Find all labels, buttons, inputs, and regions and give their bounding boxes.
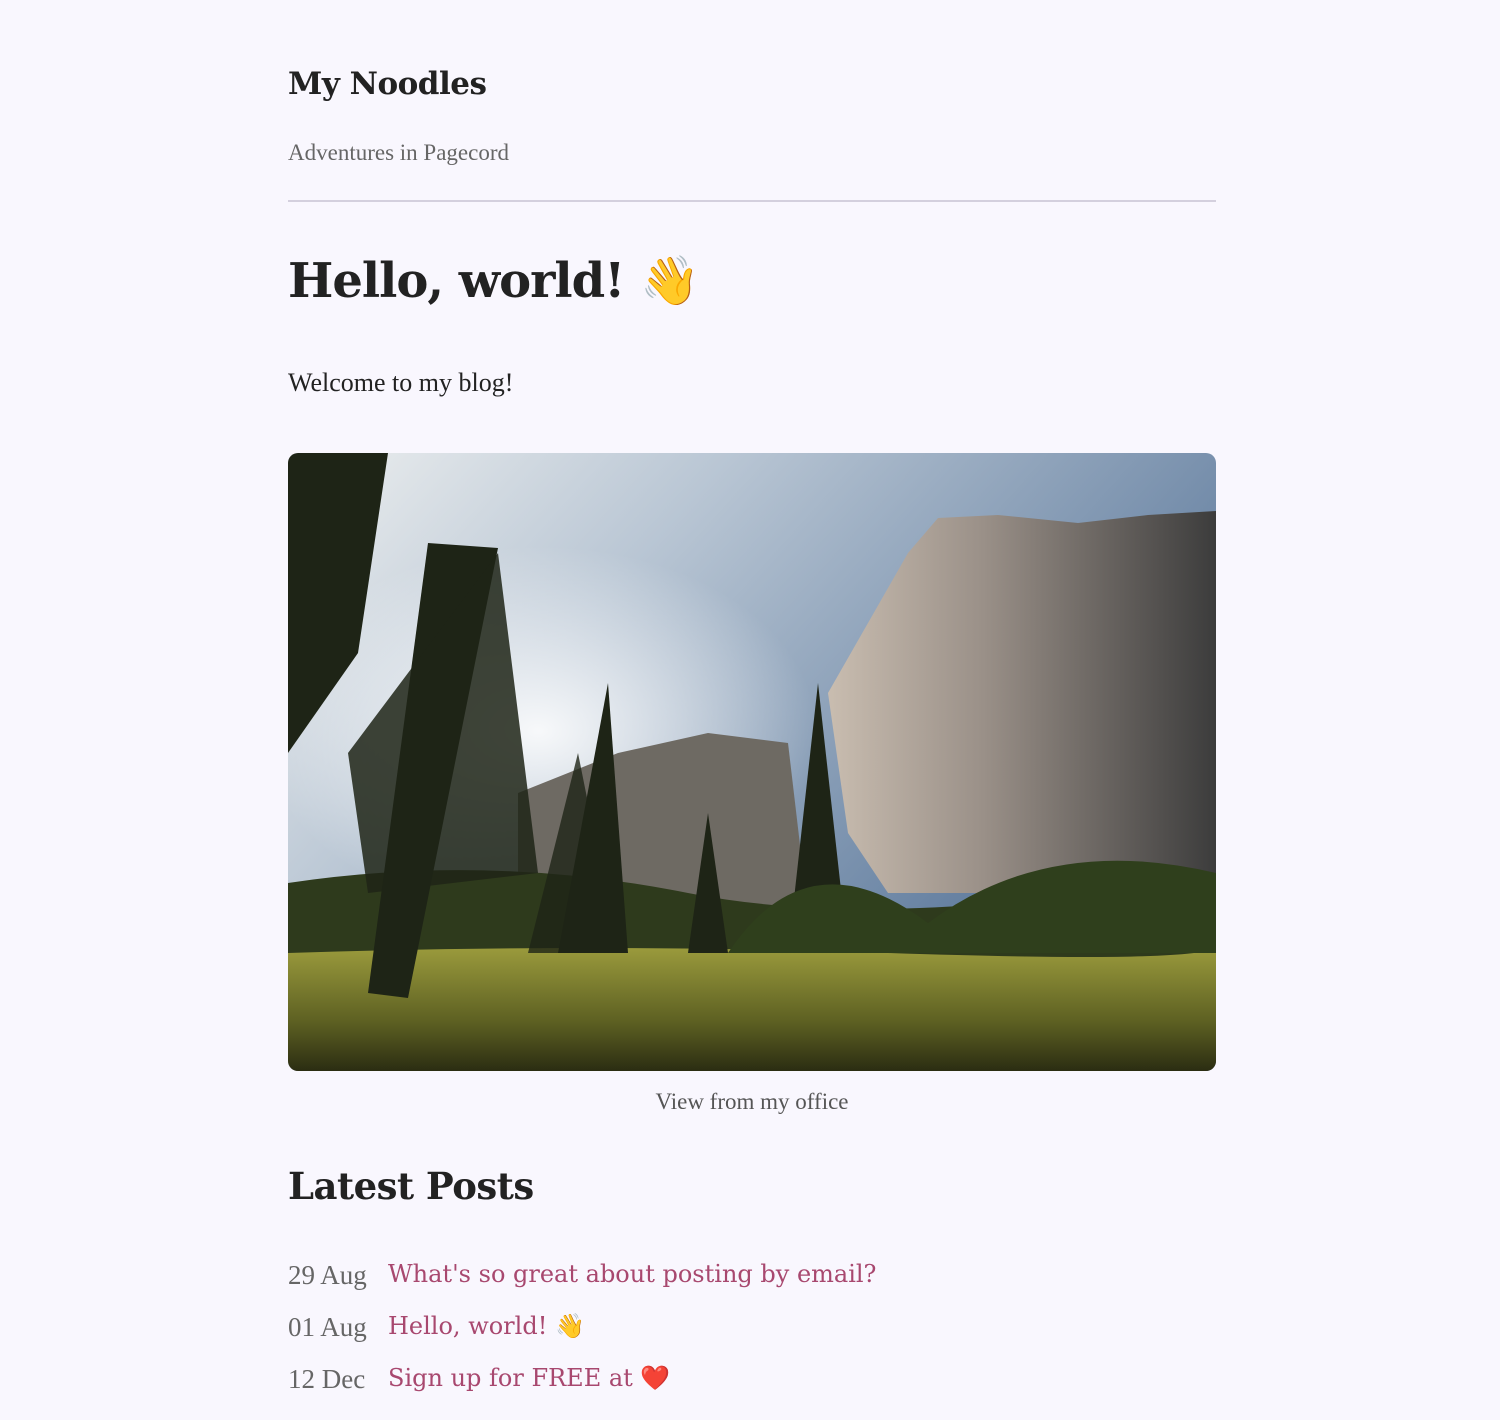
post-link[interactable]: Sign up for FREE at ❤️ (388, 1364, 670, 1416)
post-title: Hello, world! 👋 (288, 253, 700, 309)
post-link[interactable]: Hello, world! 👋 (388, 1312, 585, 1364)
site-title-link[interactable]: My Noodles (288, 66, 487, 102)
list-item: 12 Dec Sign up for FREE at ❤️ (288, 1364, 876, 1416)
post-date: 29 Aug (288, 1260, 367, 1290)
post-date: 12 Dec (288, 1364, 366, 1394)
latest-posts-heading: Latest Posts (288, 1164, 534, 1208)
image-caption: View from my office (655, 1089, 849, 1114)
post-image (288, 453, 1216, 1071)
post-body: Welcome to my blog! (288, 368, 514, 397)
latest-posts-list: 29 Aug What's so great about posting by … (288, 1260, 876, 1416)
header-divider (288, 200, 1216, 202)
list-item: 29 Aug What's so great about posting by … (288, 1260, 876, 1312)
post-link[interactable]: What's so great about posting by email? (388, 1260, 876, 1312)
list-item: 01 Aug Hello, world! 👋 (288, 1312, 876, 1364)
site-subtitle: Adventures in Pagecord (288, 140, 509, 165)
post-date: 01 Aug (288, 1312, 367, 1342)
